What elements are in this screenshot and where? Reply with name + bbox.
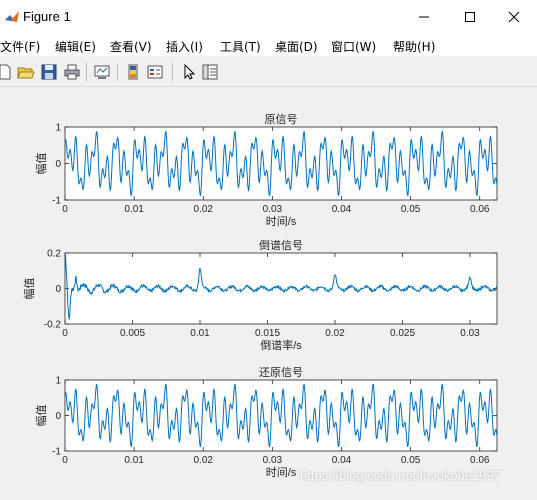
toolbar-separator bbox=[86, 63, 87, 81]
y-tick-label: 0 bbox=[55, 284, 61, 295]
window-titlebar: Figure 1 bbox=[0, 0, 537, 34]
x-tick-label: 0.03 bbox=[263, 455, 283, 466]
x-tick-label: 0.01 bbox=[124, 204, 144, 215]
toolbar-separator bbox=[117, 63, 118, 81]
property-inspector-icon[interactable] bbox=[201, 63, 219, 81]
menu-view[interactable]: 查看(V) bbox=[110, 38, 152, 55]
menu-tools[interactable]: 工具(T) bbox=[220, 38, 261, 55]
new-figure-icon[interactable] bbox=[0, 63, 14, 81]
insert-legend-icon[interactable] bbox=[146, 63, 164, 81]
x-tick-label: 0.05 bbox=[401, 455, 421, 466]
close-button[interactable] bbox=[491, 0, 537, 34]
x-tick-label: 0.03 bbox=[263, 204, 283, 215]
x-tick-label: 0 bbox=[62, 328, 68, 339]
y-axis-label-2: 幅值 bbox=[23, 278, 36, 300]
menu-bar: 文件(F) 编辑(E) 查看(V) 插入(I) 工具(T) 桌面(D) 窗口(W… bbox=[0, 34, 537, 56]
chart-title-3: 还原信号 bbox=[259, 366, 303, 379]
close-icon bbox=[508, 11, 520, 23]
window-title: Figure 1 bbox=[23, 9, 71, 24]
maximize-button[interactable] bbox=[447, 0, 493, 34]
edit-plot-arrow-icon[interactable] bbox=[180, 63, 198, 81]
save-icon[interactable] bbox=[40, 63, 58, 81]
x-tick-label: 0 bbox=[62, 204, 68, 215]
x-tick-label: 0.03 bbox=[460, 328, 480, 339]
y-axis-label-3: 幅值 bbox=[35, 405, 48, 427]
insert-colorbar-icon[interactable] bbox=[124, 63, 142, 81]
x-tick-label: 0.01 bbox=[124, 455, 144, 466]
x-tick-label: 0.005 bbox=[120, 328, 145, 339]
x-tick-label: 0.02 bbox=[325, 328, 345, 339]
minimize-icon bbox=[419, 16, 429, 18]
toolbar-separator bbox=[172, 63, 173, 81]
menu-insert[interactable]: 插入(I) bbox=[166, 38, 203, 55]
x-tick-label: 0.05 bbox=[401, 204, 421, 215]
x-tick-label: 0.02 bbox=[194, 204, 214, 215]
y-tick-label: 0 bbox=[55, 411, 61, 422]
y-tick-label: 1 bbox=[55, 123, 61, 134]
print-icon[interactable] bbox=[63, 63, 81, 81]
x-tick-label: 0.06 bbox=[470, 455, 490, 466]
link-plot-icon[interactable] bbox=[93, 63, 111, 81]
minimize-button[interactable] bbox=[401, 0, 447, 34]
x-tick-label: 0 bbox=[62, 455, 68, 466]
x-axis-label-2: 倒谱率/s bbox=[260, 338, 302, 352]
open-file-icon[interactable] bbox=[17, 63, 35, 81]
menu-help[interactable]: 帮助(H) bbox=[393, 38, 435, 55]
chart-title-1: 原信号 bbox=[265, 113, 298, 126]
chart-title-2: 倒谱信号 bbox=[259, 238, 303, 252]
figure-canvas: 原信号 0 0.01 0.02 0.03 0.04 0.05 0.06 -1 0 1 时间/s 幅值 倒谱… bbox=[0, 87, 537, 495]
y-tick-label: 0.2 bbox=[47, 249, 61, 260]
matlab-logo-icon bbox=[5, 11, 19, 22]
x-axis-label-3: 时间/s bbox=[266, 466, 297, 479]
y-tick-label: 1 bbox=[55, 376, 61, 387]
x-tick-label: 0.02 bbox=[194, 455, 214, 466]
plots-svg: 原信号0 0.01 0.02 0.03 0.04 0.05 0.06-101时间/s幅值倒谱… bbox=[23, 113, 498, 479]
figure-toolbar bbox=[0, 58, 537, 87]
menu-file[interactable]: 文件(F) bbox=[0, 38, 40, 55]
menu-edit[interactable]: 编辑(E) bbox=[55, 38, 96, 55]
x-tick-label: 0.04 bbox=[332, 455, 352, 466]
x-tick-label: 0.06 bbox=[470, 204, 490, 215]
maximize-icon bbox=[465, 12, 475, 22]
x-tick-label: 0.025 bbox=[390, 328, 415, 339]
y-tick-label: 0 bbox=[55, 159, 61, 170]
y-tick-label: -0.2 bbox=[44, 320, 62, 331]
y-tick-label: -1 bbox=[52, 196, 61, 207]
y-tick-label: -1 bbox=[52, 447, 61, 458]
menu-desktop[interactable]: 桌面(D) bbox=[275, 38, 318, 55]
menu-window[interactable]: 窗口(W) bbox=[331, 38, 376, 55]
watermark: https://blog.csdn.net/lovekobe1997 bbox=[300, 468, 501, 483]
x-tick-label: 0.015 bbox=[255, 328, 280, 339]
x-tick-label: 0.01 bbox=[190, 328, 210, 339]
y-axis-label-1: 幅值 bbox=[35, 153, 48, 175]
x-tick-label: 0.04 bbox=[332, 204, 352, 215]
x-axis-label-1: 时间/s bbox=[266, 215, 297, 228]
